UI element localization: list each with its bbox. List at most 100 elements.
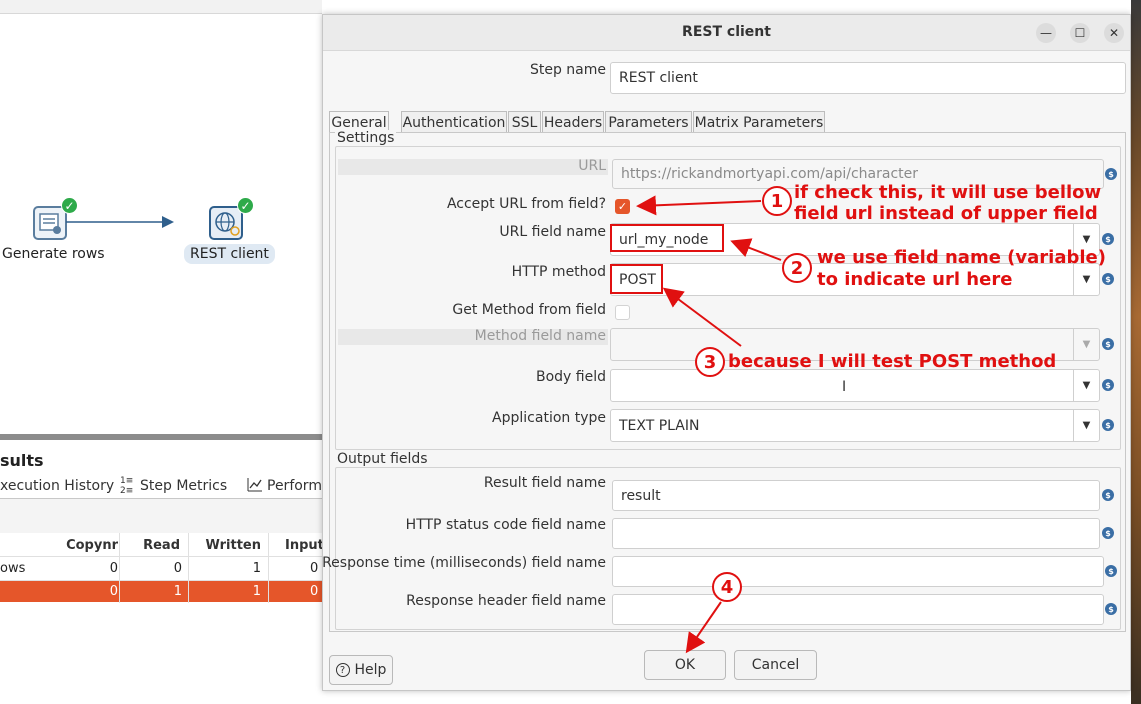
column-divider [188, 533, 189, 603]
annotation-highlight-url-field [610, 224, 724, 252]
row-written: 1 [252, 561, 261, 576]
success-check-icon: ✓ [237, 197, 254, 214]
row-written: 1 [252, 584, 261, 599]
desktop-background [1131, 0, 1141, 704]
text-cursor-icon: I [842, 379, 847, 395]
row-name: ows [0, 561, 26, 576]
help-icon: ? [335, 663, 350, 677]
annotation-number-4: 4 [712, 572, 742, 602]
cancel-button[interactable]: Cancel [734, 650, 817, 680]
application-type-value: TEXT PLAIN [619, 417, 700, 434]
generate-rows-icon[interactable] [33, 206, 67, 240]
http-status-label: HTTP status code field name [405, 517, 606, 533]
variable-icon[interactable]: $ [1102, 489, 1114, 501]
output-fields-group-title: Output fields [335, 451, 430, 467]
performance-chart-icon [247, 477, 263, 497]
step-metrics-icon: 1≡ 2≡ [120, 476, 134, 496]
table-row[interactable]: 0 1 1 0 [0, 581, 322, 602]
chevron-down-icon[interactable]: ▼ [1073, 264, 1099, 295]
url-field-name-label: URL field name [499, 224, 606, 240]
annotation-number-1: 1 [762, 186, 792, 216]
variable-icon[interactable]: $ [1105, 168, 1117, 180]
success-check-icon: ✓ [61, 197, 78, 214]
maximize-icon[interactable]: ☐ [1070, 23, 1090, 43]
row-read: 0 [173, 561, 182, 576]
help-button[interactable]: ? Help [329, 655, 393, 685]
column-header-copynr[interactable]: Copynr [52, 538, 118, 553]
tab-matrix-parameters[interactable]: Matrix Parameters [693, 111, 825, 133]
column-header-written[interactable]: Written [190, 538, 261, 553]
response-header-input[interactable] [612, 594, 1104, 625]
row-input: 0 [310, 561, 319, 576]
chevron-down-icon[interactable]: ▼ [1073, 370, 1099, 401]
chevron-down-icon[interactable]: ▼ [1073, 410, 1099, 441]
node-label-generate-rows[interactable]: Generate rows [2, 246, 105, 262]
url-label-strip [338, 159, 608, 175]
get-method-label: Get Method from field [452, 302, 606, 318]
column-divider [119, 533, 120, 603]
accept-url-checkbox[interactable]: ✓ [615, 199, 630, 214]
help-button-label: Help [354, 662, 387, 678]
variable-icon[interactable]: $ [1105, 603, 1117, 615]
dialog-titlebar[interactable]: REST client — ☐ ✕ [323, 15, 1130, 51]
variable-icon[interactable]: $ [1102, 379, 1114, 391]
annotation-text-1b: field url instead of upper field [794, 203, 1098, 224]
row-copynr: 0 [109, 584, 118, 599]
get-method-checkbox[interactable] [615, 305, 630, 320]
chevron-down-icon: ▼ [1073, 329, 1099, 360]
result-field-label: Result field name [483, 475, 606, 491]
tab-execution-history[interactable]: xecution History [0, 478, 114, 494]
application-type-label: Application type [492, 410, 606, 426]
main-toolbar [0, 0, 322, 14]
column-header-input[interactable]: Input [285, 538, 324, 553]
variable-icon[interactable]: $ [1102, 527, 1114, 539]
annotation-text-2b: to indicate url here [817, 269, 1013, 290]
response-time-label: Response time (milliseconds) field name [322, 555, 606, 571]
grid-header-bg [0, 499, 322, 533]
application-type-select[interactable]: TEXT PLAIN ▼ [610, 409, 1100, 442]
variable-icon[interactable]: $ [1102, 273, 1114, 285]
execution-results-panel: sults xecution History 1≡ 2≡ Step Metrics… [0, 440, 324, 704]
accept-url-label: Accept URL from field? [446, 196, 606, 212]
column-header-read[interactable]: Read [120, 538, 180, 553]
http-status-input[interactable] [612, 518, 1100, 549]
step-name-label: Step name [529, 62, 606, 78]
settings-group-title: Settings [335, 130, 397, 146]
annotation-number-2: 2 [782, 253, 812, 283]
close-icon[interactable]: ✕ [1104, 23, 1124, 43]
node-label-rest-client[interactable]: REST client [184, 244, 275, 264]
ok-button[interactable]: OK [644, 650, 726, 680]
minimize-icon[interactable]: — [1036, 23, 1056, 43]
step-name-input[interactable]: REST client [610, 62, 1126, 94]
tab-parameters[interactable]: Parameters [605, 111, 692, 133]
response-header-label: Response header field name [406, 593, 606, 609]
tab-performance[interactable]: Perform [267, 478, 322, 494]
method-field-name-label: Method field name [474, 328, 606, 344]
column-divider [268, 533, 269, 603]
hop-arrow[interactable] [66, 214, 176, 230]
tab-step-metrics[interactable]: Step Metrics [140, 478, 227, 494]
response-time-input[interactable] [612, 556, 1104, 587]
transformation-canvas[interactable]: ✓ Generate rows ✓ REST client [0, 14, 322, 434]
annotation-number-3: 3 [695, 347, 725, 377]
table-row[interactable]: ows 0 0 1 0 [0, 557, 322, 580]
tab-headers[interactable]: Headers [542, 111, 604, 133]
annotation-text-3: because I will test POST method [728, 351, 1057, 372]
annotation-text-2a: we use field name (variable) [817, 247, 1106, 268]
result-field-input[interactable]: result [612, 480, 1100, 511]
variable-icon[interactable]: $ [1105, 565, 1117, 577]
annotation-text-1a: if check this, it will use bellow [794, 182, 1102, 203]
body-field-label: Body field [536, 369, 606, 385]
variable-icon[interactable]: $ [1102, 233, 1114, 245]
url-label: URL [578, 158, 606, 174]
http-method-label: HTTP method [511, 264, 606, 280]
tab-ssl[interactable]: SSL [508, 111, 541, 133]
variable-icon[interactable]: $ [1102, 338, 1114, 350]
body-field-select[interactable]: ▼ [610, 369, 1100, 402]
annotation-highlight-http-method [610, 264, 663, 294]
results-title: sults [0, 451, 44, 470]
variable-icon[interactable]: $ [1102, 419, 1114, 431]
tab-authentication[interactable]: Authentication [401, 111, 507, 133]
rest-client-icon[interactable] [209, 206, 243, 240]
row-input: 0 [310, 584, 319, 599]
